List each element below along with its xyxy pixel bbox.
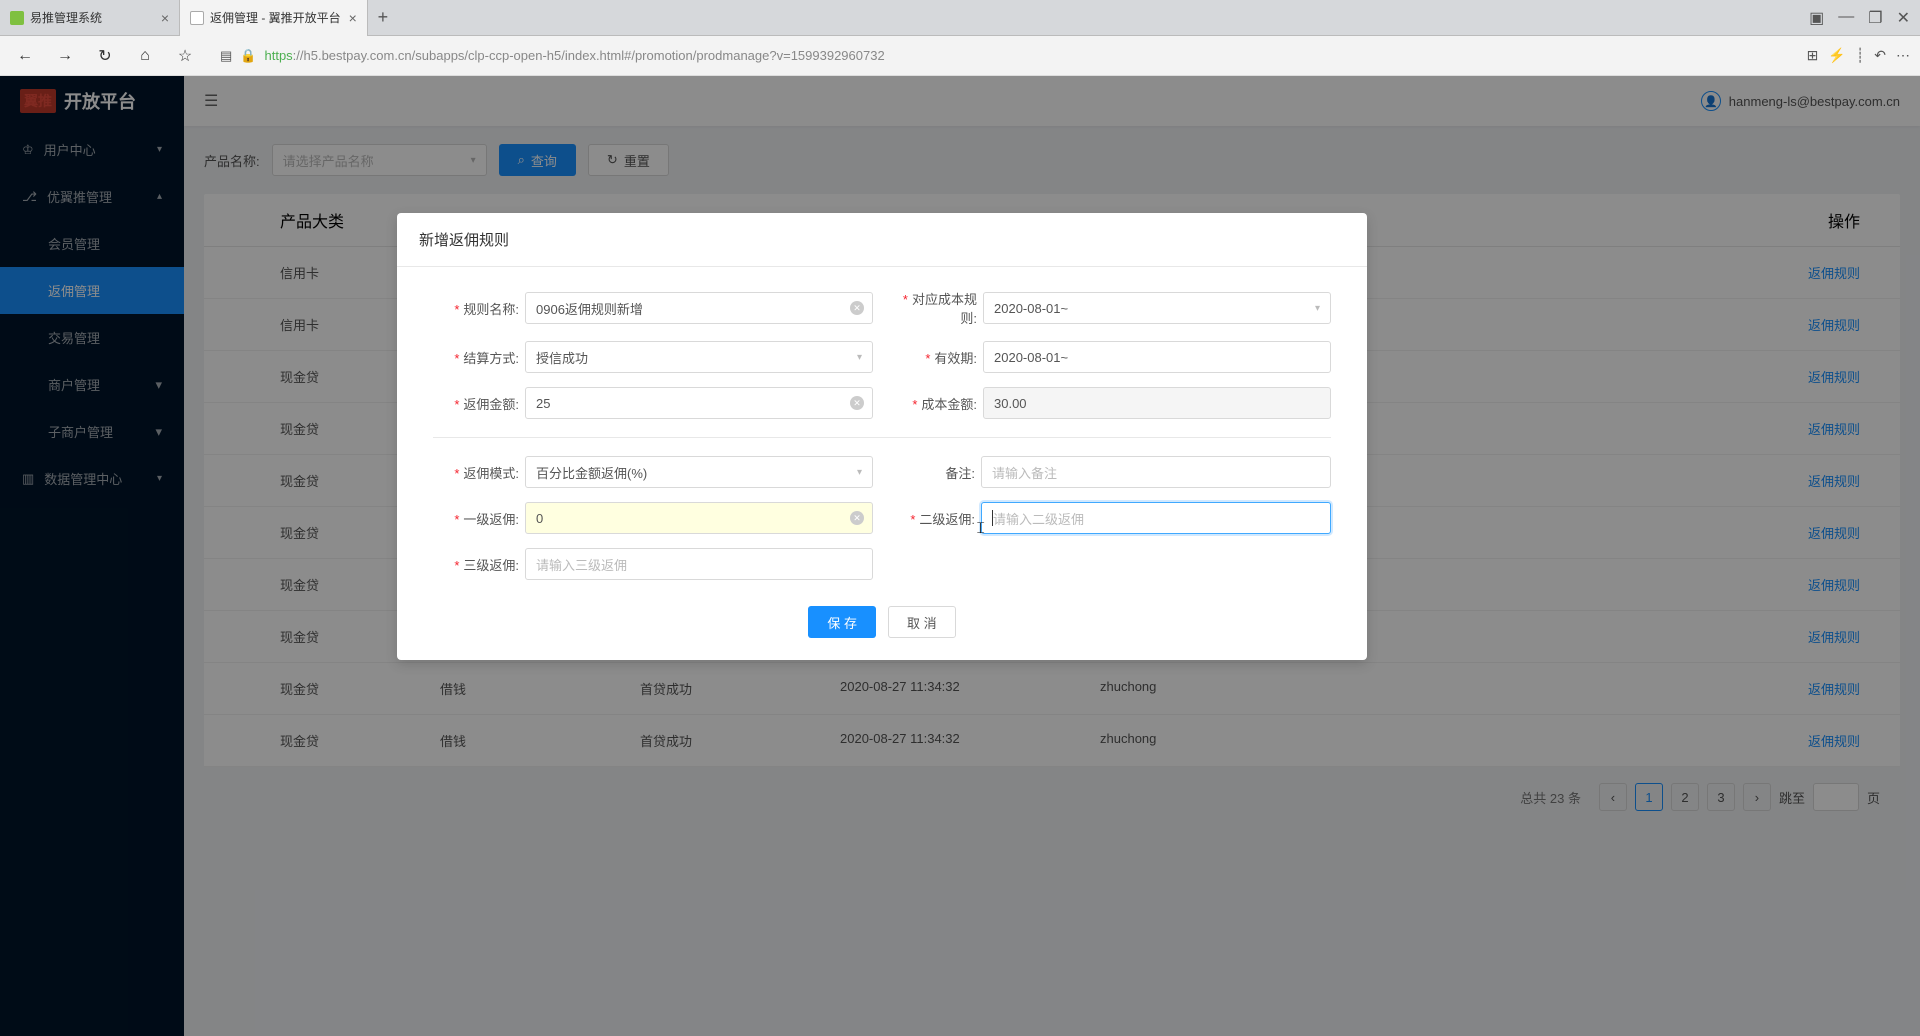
select-value: 百分比金额返佣(%) — [536, 463, 647, 482]
url-protocol: https — [264, 48, 292, 63]
commission-amount-label: 返佣金额: — [433, 394, 525, 413]
commission-amount-input[interactable]: 25 ✕ — [525, 387, 873, 419]
input-value: 25 — [536, 396, 550, 411]
browser-tab-2[interactable]: 返佣管理 - 翼推开放平台 × — [180, 0, 368, 36]
browser-nav-bar: ← → ↻ ⌂ ☆ ▤ 🔒 https://h5.bestpay.com.cn/… — [0, 36, 1920, 76]
undo-icon[interactable]: ↶ — [1874, 47, 1886, 64]
valid-period-label: 有效期: — [891, 348, 983, 367]
reading-mode-icon: ▤ — [220, 48, 232, 64]
button-label: 取 消 — [907, 613, 937, 632]
qr-icon[interactable]: ⊞ — [1807, 47, 1819, 64]
remark-input[interactable]: 请输入备注 — [981, 456, 1331, 488]
input-value: 0 — [536, 511, 543, 526]
select-value: 2020-08-01~ — [994, 301, 1068, 316]
favorite-button[interactable]: ☆ — [170, 41, 200, 71]
modal-title: 新增返佣规则 — [397, 213, 1367, 267]
level2-label: 二级返佣: — [891, 509, 981, 528]
level3-input[interactable]: 请输入三级返佣 — [525, 548, 873, 580]
settle-method-label: 结算方式: — [433, 348, 525, 367]
clear-icon[interactable]: ✕ — [850, 511, 864, 525]
url-bar[interactable]: ▤ 🔒 https://h5.bestpay.com.cn/subapps/cl… — [210, 48, 1797, 64]
close-icon[interactable]: × — [161, 10, 169, 26]
clear-icon[interactable]: ✕ — [850, 301, 864, 315]
input-value: 0906返佣规则新增 — [536, 299, 643, 318]
cost-rule-select[interactable]: 2020-08-01~ ▾ — [983, 292, 1331, 324]
extension-icon[interactable]: ▣ — [1809, 8, 1824, 28]
cost-amount-input[interactable]: 30.00 — [983, 387, 1331, 419]
tab-title: 返佣管理 - 翼推开放平台 — [210, 9, 341, 26]
url-path: ://h5.bestpay.com.cn/subapps/clp-ccp-ope… — [293, 48, 885, 63]
clear-icon[interactable]: ✕ — [850, 396, 864, 410]
browser-tabs-bar: 易推管理系统 × 返佣管理 - 翼推开放平台 × + ▣ ― ❐ ✕ — [0, 0, 1920, 36]
input-placeholder: 请输入二级返佣 — [993, 509, 1084, 528]
maximize-icon[interactable]: ❐ — [1868, 8, 1882, 28]
forward-button[interactable]: → — [50, 41, 80, 71]
cancel-button[interactable]: 取 消 — [888, 606, 956, 638]
new-tab-button[interactable]: + — [368, 7, 398, 28]
input-value: 2020-08-01~ — [994, 350, 1068, 365]
settle-method-select[interactable]: 授信成功 ▾ — [525, 341, 873, 373]
close-icon[interactable]: × — [349, 10, 357, 26]
chevron-down-icon: ▾ — [857, 467, 862, 478]
cost-rule-label: 对应成本规则: — [891, 289, 983, 327]
input-placeholder: 请输入备注 — [992, 463, 1057, 482]
refresh-button[interactable]: ↻ — [90, 41, 120, 71]
commission-mode-select[interactable]: 百分比金额返佣(%) ▾ — [525, 456, 873, 488]
tab-title: 易推管理系统 — [30, 9, 153, 26]
chevron-down-icon: ▾ — [1315, 303, 1320, 314]
input-placeholder: 请输入三级返佣 — [536, 555, 627, 574]
level1-input[interactable]: 0 ✕ — [525, 502, 873, 534]
rule-name-input[interactable]: 0906返佣规则新增 ✕ — [525, 292, 873, 324]
minimize-icon[interactable]: ― — [1838, 8, 1854, 28]
level1-label: 一级返佣: — [433, 509, 525, 528]
separator: ┊ — [1856, 47, 1864, 64]
level3-label: 三级返佣: — [433, 555, 525, 574]
chevron-down-icon: ▾ — [857, 352, 862, 363]
remark-label: 备注: — [891, 463, 981, 482]
commission-mode-label: 返佣模式: — [433, 463, 525, 482]
bolt-icon[interactable]: ⚡ — [1828, 47, 1845, 64]
more-icon[interactable]: ⋯ — [1896, 47, 1910, 64]
home-button[interactable]: ⌂ — [130, 41, 160, 71]
lock-icon: 🔒 — [240, 48, 256, 64]
favicon-icon — [190, 11, 204, 25]
select-value: 授信成功 — [536, 348, 588, 367]
save-button[interactable]: 保 存 — [808, 606, 876, 638]
divider — [433, 437, 1331, 438]
button-label: 保 存 — [827, 613, 857, 632]
window-close-icon[interactable]: ✕ — [1897, 8, 1910, 28]
input-value: 30.00 — [994, 396, 1027, 411]
level2-input[interactable]: 请输入二级返佣 — [981, 502, 1331, 534]
cost-amount-label: 成本金额: — [891, 394, 983, 413]
back-button[interactable]: ← — [10, 41, 40, 71]
rule-name-label: 规则名称: — [433, 299, 525, 318]
text-cursor-icon: 𝙸 — [975, 520, 986, 538]
browser-tab-1[interactable]: 易推管理系统 × — [0, 0, 180, 36]
add-commission-rule-modal: 新增返佣规则 规则名称: 0906返佣规则新增 ✕ 对应成本规则: 2020-0… — [397, 213, 1367, 660]
favicon-icon — [10, 11, 24, 25]
valid-period-input[interactable]: 2020-08-01~ — [983, 341, 1331, 373]
